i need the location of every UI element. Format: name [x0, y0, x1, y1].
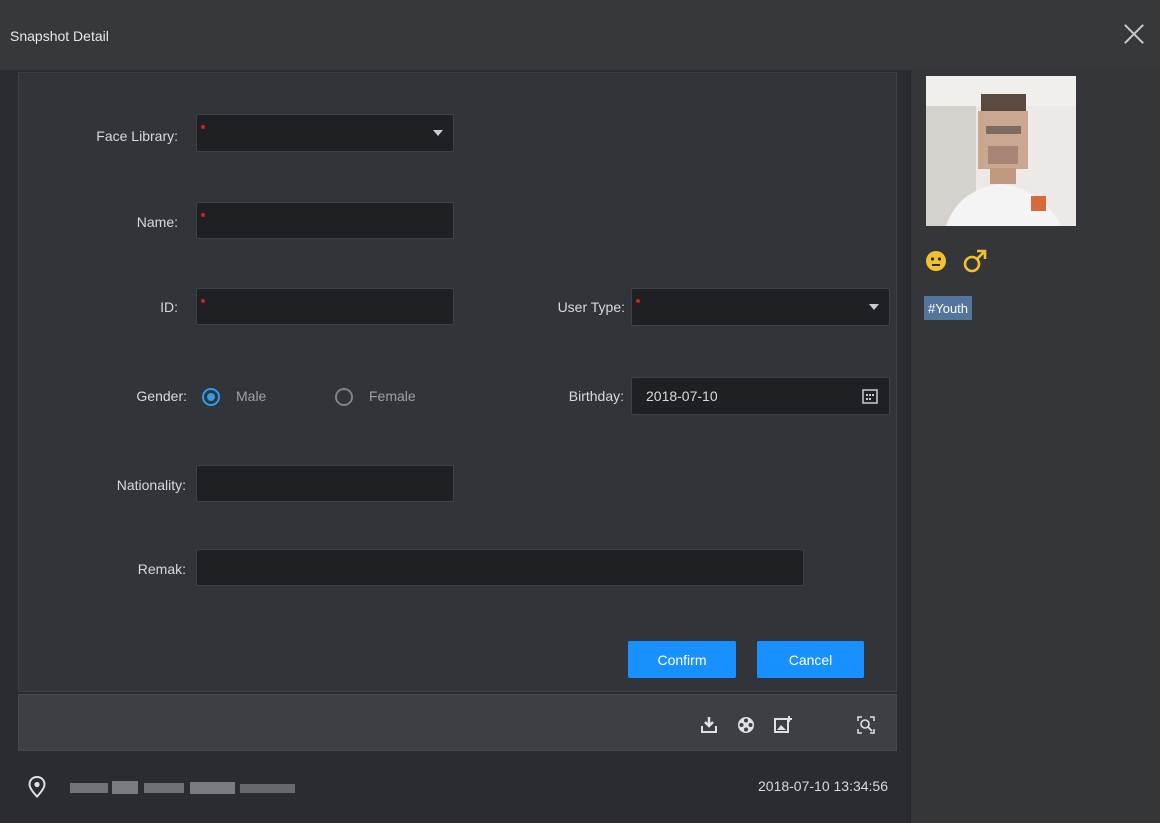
age-tag: #Youth	[924, 296, 973, 320]
face-search-icon[interactable]	[856, 715, 876, 735]
face-library-label: Face Library:	[96, 128, 178, 144]
birthday-value: 2018-07-10	[646, 388, 718, 404]
male-radio-label: Male	[236, 388, 267, 404]
redacted-location-text	[70, 781, 295, 794]
snapshot-timestamp: 2018-07-10 13:34:56	[758, 778, 888, 794]
face-library-select[interactable]	[196, 114, 454, 152]
action-toolbar	[18, 694, 897, 751]
cancel-button[interactable]: Cancel	[757, 641, 864, 678]
male-radio[interactable]	[202, 388, 220, 406]
neutral-face-icon	[926, 251, 946, 271]
download-icon[interactable]	[699, 715, 719, 735]
female-radio[interactable]	[335, 388, 353, 406]
nationality-label: Nationality:	[116, 477, 186, 493]
name-field[interactable]	[196, 202, 454, 239]
add-image-icon[interactable]	[773, 715, 793, 735]
birthday-field[interactable]: 2018-07-10	[631, 377, 890, 415]
id-label: ID:	[160, 299, 178, 315]
title-bar: Snapshot Detail	[0, 0, 1160, 70]
location-pin-icon	[28, 776, 46, 798]
close-icon[interactable]	[1120, 20, 1148, 48]
birthday-label: Birthday:	[568, 388, 624, 404]
calendar-icon[interactable]	[862, 388, 878, 404]
window-title: Snapshot Detail	[10, 28, 109, 44]
male-icon	[963, 249, 987, 273]
user-type-label: User Type:	[557, 299, 625, 315]
chevron-down-icon	[869, 304, 879, 310]
chevron-down-icon	[433, 130, 443, 136]
female-radio-label: Female	[369, 388, 416, 404]
required-indicator	[201, 299, 205, 303]
required-indicator	[201, 125, 205, 129]
video-icon[interactable]	[736, 715, 756, 735]
gender-label: Gender:	[136, 388, 187, 404]
remark-field[interactable]	[196, 549, 804, 586]
face-snapshot-image[interactable]	[926, 76, 1076, 226]
nationality-field[interactable]	[196, 465, 454, 502]
required-indicator	[636, 299, 640, 303]
name-label: Name:	[136, 214, 178, 230]
id-field[interactable]	[196, 288, 454, 325]
required-indicator	[201, 213, 205, 217]
user-type-select[interactable]	[631, 288, 890, 326]
confirm-button[interactable]: Confirm	[628, 641, 736, 678]
face-photo-placeholder	[926, 76, 1076, 226]
remark-label: Remak:	[137, 561, 186, 577]
